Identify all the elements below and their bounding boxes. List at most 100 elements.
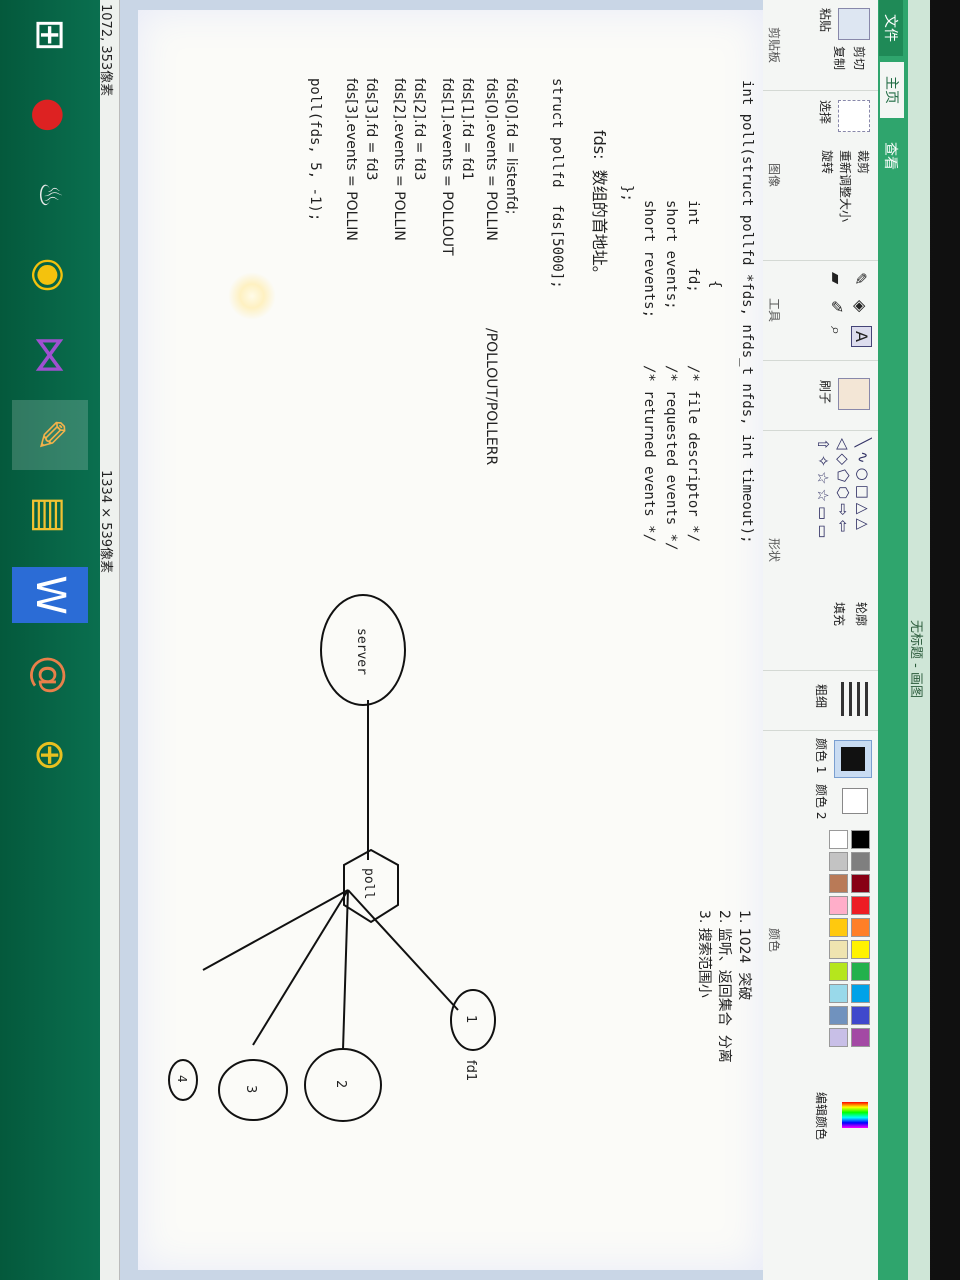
fill-button[interactable]: 填充 <box>831 602 848 626</box>
drawing-canvas[interactable]: int poll(struct pollfd *fds, nfds_t nfds… <box>138 10 763 1270</box>
color-swatch[interactable] <box>851 1006 870 1025</box>
fill-bucket-icon[interactable]: ◈ <box>851 300 870 312</box>
chrome-icon[interactable]: ◉ <box>12 240 88 310</box>
color-swatch[interactable] <box>851 1028 870 1047</box>
brushes-group: 刷子 <box>763 360 878 431</box>
magnifier-icon[interactable]: ⌕ <box>826 326 846 335</box>
ue-icon[interactable]: ⊕ <box>12 720 88 790</box>
color-swatch[interactable] <box>851 984 870 1003</box>
color-swatch[interactable] <box>829 984 848 1003</box>
record-icon[interactable]: ● <box>12 80 88 150</box>
title-bar: 无标题 - 画图 <box>908 0 930 1280</box>
work-area: int poll(struct pollfd *fds, nfds_t nfds… <box>120 0 763 1280</box>
server-label: server <box>354 628 369 675</box>
taskbar: ⊞ ● ♨ ◉ ⋈ ✎ ▤ W @ ⊕ <box>0 0 100 1280</box>
edge-poll-node-4 <box>202 889 349 971</box>
edge-poll-node-2 <box>342 889 349 1051</box>
clipboard-group: 粘贴 剪切 复制 剪贴板 <box>763 0 878 91</box>
color2-label: 颜色 2 <box>814 784 828 820</box>
shapes-gallery-row3-icon[interactable]: ⇧✧☆☆▭▭ <box>814 438 832 542</box>
color-swatch[interactable] <box>851 852 870 871</box>
monitor-screen: 无标题 - 画图 文件 主页 查看 粘贴 剪切 复制 剪贴板 选择 裁剪 重新调… <box>0 0 930 1280</box>
paint-icon[interactable]: ✎ <box>12 400 88 470</box>
color-swatch[interactable] <box>851 896 870 915</box>
node-3-label: 3 <box>243 1085 258 1093</box>
shapes-gallery-icon[interactable]: ╲∿○□△△ <box>854 438 872 534</box>
paste-button[interactable]: 粘贴 <box>817 8 834 32</box>
paste-icon <box>838 8 870 40</box>
line-width-icon[interactable] <box>836 682 868 716</box>
visual-studio-icon[interactable]: ⋈ <box>12 320 88 390</box>
select-button[interactable]: 选择 <box>817 100 834 124</box>
image-label: 图像 <box>767 162 781 187</box>
tools-label: 工具 <box>767 297 781 322</box>
color1-well[interactable] <box>834 740 872 778</box>
ribbon: 粘贴 剪切 复制 剪贴板 选择 裁剪 重新调整大小 旋转 图像 ✎ ◈ A ▰ … <box>762 0 878 1280</box>
size-group: 粗细 <box>763 670 878 731</box>
colors-label: 颜色 <box>767 927 781 952</box>
color-swatch[interactable] <box>829 874 848 893</box>
color-swatch[interactable] <box>829 962 848 981</box>
tools-group: ✎ ◈ A ▰ ✐ ⌕ 工具 <box>763 260 878 361</box>
cut-button[interactable]: 剪切 <box>851 46 868 70</box>
ribbon-tabs: 文件 主页 查看 <box>878 0 908 1280</box>
shapes-label: 形状 <box>767 537 781 562</box>
color1-label: 颜色 1 <box>814 738 828 774</box>
edit-colors-button[interactable]: 编辑颜色 <box>813 1092 830 1140</box>
start-icon[interactable]: ⊞ <box>12 0 88 70</box>
brushes-button[interactable]: 刷子 <box>817 380 834 404</box>
color-picker-icon[interactable]: ✐ <box>827 300 846 313</box>
resize-button[interactable]: 重新调整大小 <box>837 150 854 222</box>
shapes-group: ╲∿○□△△ ◁◇⬠⬡⇨⇦ ⇧✧☆☆▭▭ 轮廓 填充 形状 <box>763 430 878 671</box>
edit-colors-icon[interactable] <box>842 1102 868 1128</box>
rotate-button[interactable]: 旋转 <box>819 150 836 174</box>
size-button[interactable]: 粗细 <box>813 684 830 708</box>
image-size: 1334 × 539像素 <box>98 470 113 574</box>
color-swatch[interactable] <box>829 1006 848 1025</box>
tab-file[interactable]: 文件 <box>879 0 903 56</box>
fd1-label: fd1 <box>463 1060 478 1081</box>
tab-view[interactable]: 查看 <box>879 128 903 184</box>
poll-label: poll <box>361 868 376 899</box>
photo-frame: 无标题 - 画图 文件 主页 查看 粘贴 剪切 复制 剪贴板 选择 裁剪 重新调… <box>0 0 960 1280</box>
edge-poll-node-3 <box>252 889 349 1046</box>
cursor-position: 1072, 353像素 <box>98 4 113 97</box>
text-tool-button[interactable]: A <box>851 326 872 347</box>
color-swatch[interactable] <box>851 830 870 849</box>
color-swatch[interactable] <box>829 940 848 959</box>
edge-poll-node-1 <box>347 889 459 1011</box>
node-2-label: 2 <box>333 1080 348 1088</box>
status-bar: 1072, 353像素 1334 × 539像素 <box>98 0 120 1280</box>
window-title: 无标题 - 画图 <box>908 620 923 698</box>
poll-diagram: server poll 1 2 3 4 fd1 <box>168 594 496 1122</box>
color-swatch[interactable] <box>829 852 848 871</box>
color2-well[interactable] <box>842 788 868 814</box>
image-group: 选择 裁剪 重新调整大小 旋转 图像 <box>763 90 878 261</box>
node-1-label: 1 <box>463 1015 478 1023</box>
colors-group: 颜色 1 颜色 2 编辑颜色 颜色 <box>763 730 878 1150</box>
outline-button[interactable]: 轮廓 <box>853 602 870 626</box>
color-swatch[interactable] <box>851 874 870 893</box>
color-swatch[interactable] <box>851 962 870 981</box>
word-icon[interactable]: W <box>12 567 88 623</box>
node-4-label: 4 <box>175 1075 189 1083</box>
tab-home[interactable]: 主页 <box>880 62 904 118</box>
pencil-icon[interactable]: ✎ <box>851 272 870 285</box>
color-swatch[interactable] <box>829 896 848 915</box>
brush-icon <box>838 378 870 410</box>
select-icon <box>838 100 870 132</box>
crop-button[interactable]: 裁剪 <box>855 150 872 174</box>
clipboard-label: 剪贴板 <box>767 26 781 63</box>
color-swatch[interactable] <box>829 830 848 849</box>
explorer-icon[interactable]: ▤ <box>12 480 88 550</box>
color-swatch[interactable] <box>851 940 870 959</box>
qq-icon[interactable]: ♨ <box>12 160 88 230</box>
shapes-gallery-row2-icon[interactable]: ◁◇⬠⬡⇨⇦ <box>834 438 852 536</box>
eraser-icon[interactable]: ▰ <box>827 272 846 284</box>
snail-icon[interactable]: @ <box>12 640 88 710</box>
color-swatch[interactable] <box>851 918 870 937</box>
color-swatch[interactable] <box>829 918 848 937</box>
lamp-glare <box>228 272 276 320</box>
color-swatch[interactable] <box>829 1028 848 1047</box>
copy-button[interactable]: 复制 <box>831 46 848 70</box>
